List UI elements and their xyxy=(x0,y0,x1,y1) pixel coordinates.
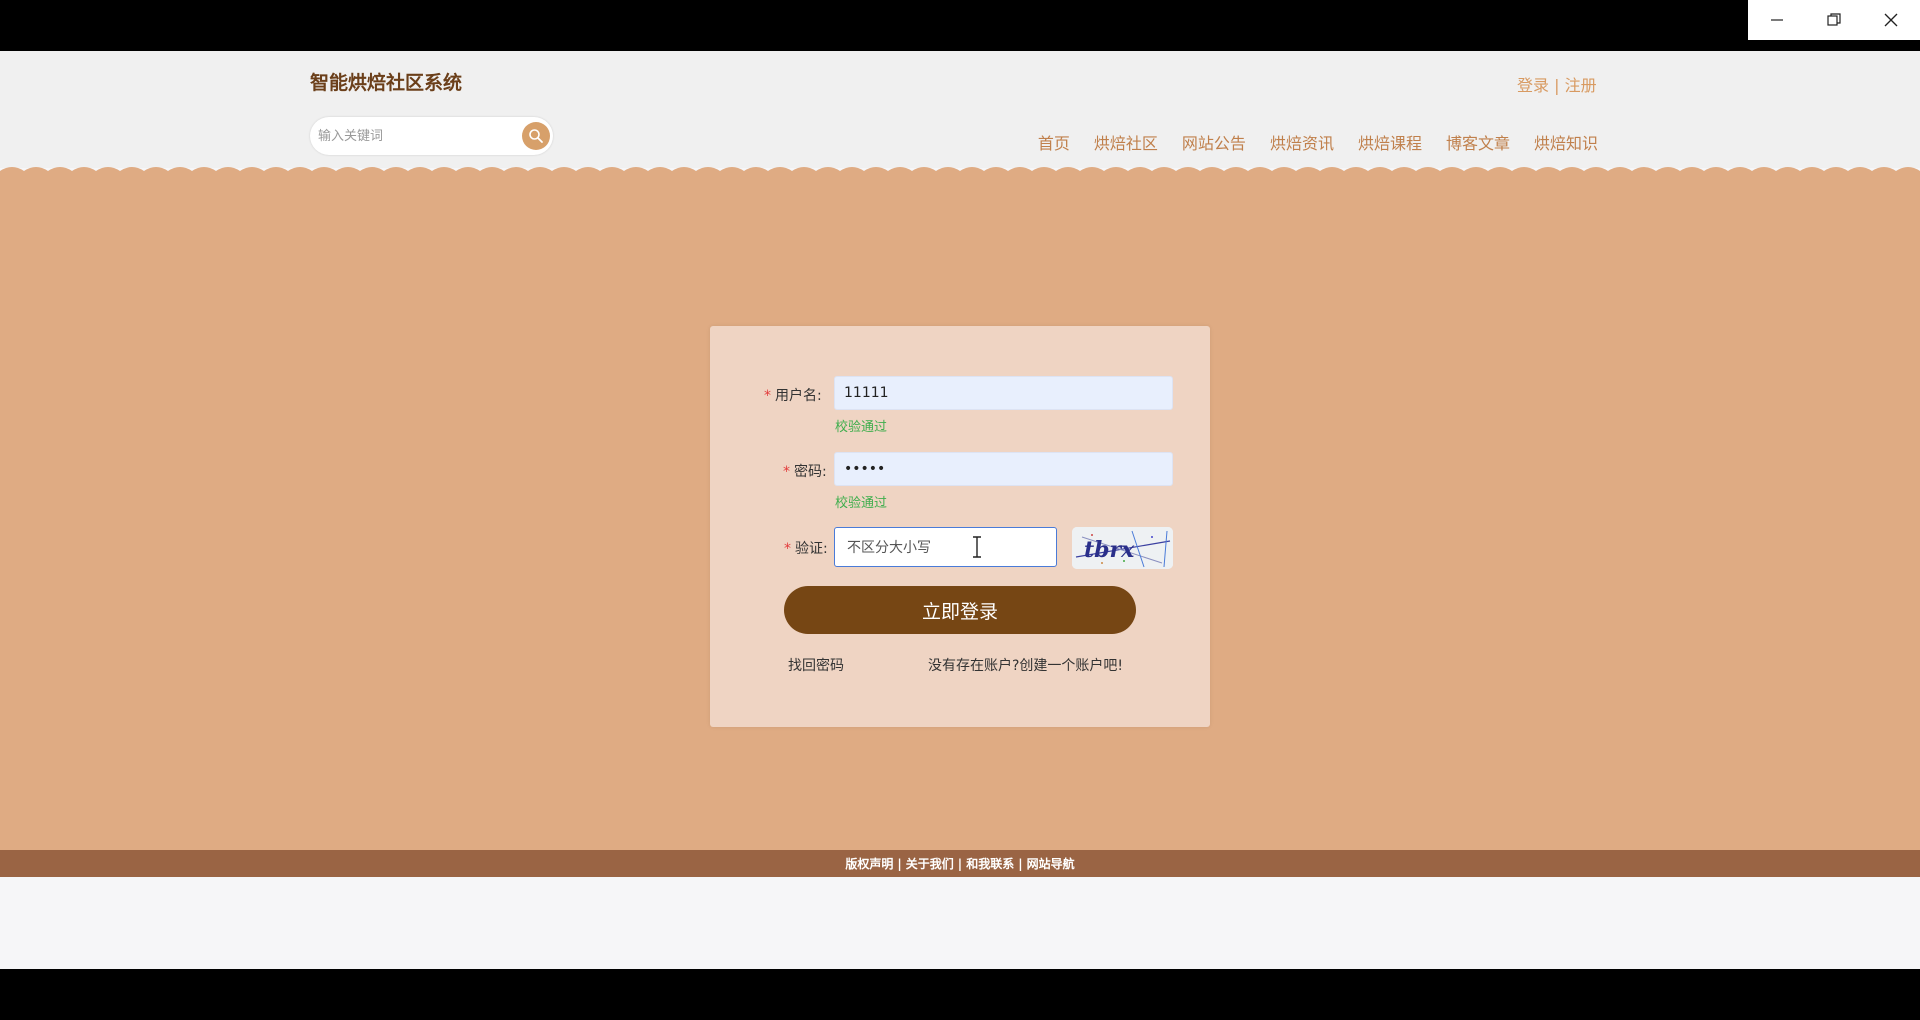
footer-separator: | xyxy=(897,856,902,871)
search-box xyxy=(310,117,553,155)
create-account-link[interactable]: 没有存在账户?创建一个账户吧! xyxy=(928,655,1123,675)
captcha-input[interactable]: 不区分大小写 xyxy=(834,527,1057,567)
footer-link-contact[interactable]: 和我联系 xyxy=(966,855,1014,872)
footer-link-about[interactable]: 关于我们 xyxy=(906,855,954,872)
login-link[interactable]: 登录 xyxy=(1517,76,1549,95)
captcha-image[interactable]: tbrx xyxy=(1072,527,1173,569)
footer-link-copyright[interactable]: 版权声明 xyxy=(845,855,893,872)
minimize-icon[interactable] xyxy=(1748,0,1805,40)
nav-news[interactable]: 烘焙资讯 xyxy=(1270,130,1334,154)
site-header: 智能烘焙社区系统 登录 | 注册 首页 烘焙社区 网站公告 烘焙资讯 烘焙课程 … xyxy=(0,51,1920,168)
username-field[interactable]: 11111 xyxy=(834,376,1173,410)
captcha-label: * 验证: xyxy=(784,541,828,557)
nav-home[interactable]: 首页 xyxy=(1038,130,1070,154)
main-nav: 首页 烘焙社区 网站公告 烘焙资讯 烘焙课程 博客文章 烘焙知识 xyxy=(1038,130,1598,154)
site-brand[interactable]: 智能烘焙社区系统 xyxy=(310,68,462,95)
nav-knowledge[interactable]: 烘焙知识 xyxy=(1534,130,1598,154)
nav-courses[interactable]: 烘焙课程 xyxy=(1358,130,1422,154)
auth-links: 登录 | 注册 xyxy=(1517,72,1597,96)
password-label: * 密码: xyxy=(783,464,827,480)
search-input[interactable] xyxy=(318,125,508,147)
nav-community[interactable]: 烘焙社区 xyxy=(1094,130,1158,154)
captcha-text: tbrx xyxy=(1084,537,1135,563)
auth-separator: | xyxy=(1554,76,1560,95)
text-cursor-icon xyxy=(973,536,981,558)
password-valid-status: 校验通过 xyxy=(835,496,888,511)
footer-bar: 版权声明 | 关于我们 | 和我联系 | 网站导航 xyxy=(0,850,1920,877)
search-icon[interactable] xyxy=(522,122,550,150)
footer-separator: | xyxy=(957,856,963,871)
window-titlebar xyxy=(0,0,1920,51)
password-field[interactable]: ••••• xyxy=(834,452,1173,486)
nav-blog[interactable]: 博客文章 xyxy=(1446,130,1510,154)
footer-link-sitemap[interactable]: 网站导航 xyxy=(1027,855,1075,872)
forgot-password-link[interactable]: 找回密码 xyxy=(788,655,844,675)
username-valid-status: 校验通过 xyxy=(835,420,888,435)
username-label: * 用户名: xyxy=(764,388,822,404)
window-bottom-bar xyxy=(0,969,1920,1020)
register-link[interactable]: 注册 xyxy=(1565,76,1597,95)
close-icon[interactable] xyxy=(1863,0,1920,40)
nav-announcements[interactable]: 网站公告 xyxy=(1182,130,1246,154)
restore-icon[interactable] xyxy=(1805,0,1862,40)
login-submit-button[interactable]: 立即登录 xyxy=(784,586,1136,634)
footer-separator: | xyxy=(1018,856,1023,871)
window-controls xyxy=(1748,0,1920,40)
